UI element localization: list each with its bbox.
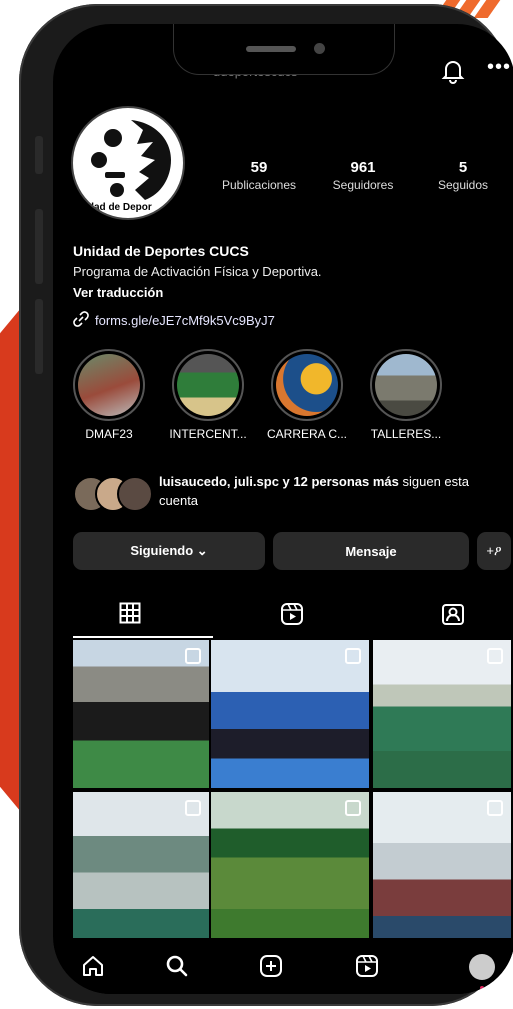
highlight-talleres[interactable]: TALLERES... [366, 349, 446, 441]
stat-followers[interactable]: 961 Seguidores [313, 159, 413, 192]
mutual-followers-text[interactable]: luisaucedo, juli.spc y 12 personas más s… [159, 472, 499, 510]
stat-following[interactable]: 5 Seguidos [413, 159, 513, 192]
stat-followers-label: Seguidores [332, 178, 394, 192]
stat-following-value: 5 [458, 159, 468, 176]
profile-bio: Programa de Activación Física y Deportiv… [73, 264, 322, 279]
avatar [117, 476, 153, 512]
posts-grid [73, 640, 511, 940]
multi-post-icon [345, 800, 361, 816]
multi-post-icon [345, 648, 361, 664]
post-thumbnail[interactable] [211, 792, 369, 938]
profile-link-text: forms.gle/eJE7cMf9k5Vc9ByJ7 [95, 313, 275, 328]
highlight-label: CARRERA C... [267, 427, 348, 441]
phone-frame: udeportescucs ••• nidad de Depor 59 Publ… [19, 4, 513, 1006]
highlight-ring [271, 349, 343, 421]
translate-link[interactable]: Ver traducción [73, 285, 163, 300]
profile-name: Unidad de Deportes CUCS [73, 243, 249, 259]
grid-icon[interactable] [119, 602, 141, 630]
profile-avatar[interactable]: nidad de Depor [71, 106, 185, 220]
profile-link[interactable]: forms.gle/eJE7cMf9k5Vc9ByJ7 [73, 311, 275, 330]
reels-icon[interactable] [280, 602, 304, 632]
speaker [246, 46, 296, 52]
multi-post-icon [185, 648, 201, 664]
post-thumbnail[interactable] [73, 792, 209, 938]
phone-side-button [35, 299, 43, 374]
following-button[interactable]: Siguiendo ⌄ [73, 532, 265, 570]
stat-posts[interactable]: 59 Publicaciones [209, 159, 309, 192]
highlight-intercent[interactable]: INTERCENT... [168, 349, 248, 441]
highlight-ring [73, 349, 145, 421]
active-tab-indicator [73, 636, 213, 638]
multi-post-icon [487, 648, 503, 664]
multi-post-icon [185, 800, 201, 816]
post-thumbnail[interactable] [73, 640, 209, 788]
highlight-label: INTERCENT... [169, 427, 247, 441]
instagram-profile-screen: udeportescucs ••• nidad de Depor 59 Publ… [53, 24, 513, 994]
create-icon[interactable] [259, 954, 283, 985]
phone-notch [173, 24, 395, 75]
camera [314, 43, 325, 54]
link-icon [73, 311, 89, 330]
stat-followers-value: 961 [350, 159, 376, 176]
reels-nav-icon[interactable] [355, 954, 379, 985]
profile-nav-avatar[interactable] [469, 954, 495, 980]
mutual-followers-names: luisaucedo, juli.spc y 12 personas más [159, 474, 399, 489]
phone-side-button [35, 209, 43, 284]
add-user-button[interactable]: +ዖ [477, 532, 511, 570]
bottom-navigation [53, 942, 513, 994]
highlight-ring [370, 349, 442, 421]
highlight-carrera[interactable]: CARRERA C... [267, 349, 347, 441]
post-thumbnail[interactable] [373, 792, 511, 938]
highlight-thumbnail [177, 354, 239, 416]
highlight-thumbnail [276, 354, 338, 416]
highlight-label: TALLERES... [370, 427, 442, 441]
stat-posts-label: Publicaciones [221, 178, 297, 192]
multi-post-icon [487, 800, 503, 816]
avatar-text: nidad de Depor [79, 202, 152, 213]
highlight-thumbnail [78, 354, 140, 416]
post-thumbnail[interactable] [373, 640, 511, 788]
notification-dot [480, 986, 484, 990]
profile-tabs [53, 592, 513, 638]
home-icon[interactable] [81, 954, 105, 985]
highlight-thumbnail [375, 354, 437, 416]
tagged-icon[interactable] [441, 602, 465, 632]
message-button[interactable]: Mensaje [273, 532, 469, 570]
stat-posts-value: 59 [250, 159, 268, 176]
bell-icon[interactable] [441, 58, 465, 91]
highlight-dmaf23[interactable]: DMAF23 [69, 349, 149, 441]
stat-following-label: Seguidos [437, 178, 489, 192]
post-thumbnail[interactable] [211, 640, 369, 788]
phone-side-button [35, 136, 43, 174]
search-icon[interactable] [165, 954, 189, 985]
highlight-ring [172, 349, 244, 421]
mutual-followers-avatars[interactable] [73, 476, 155, 512]
highlight-label: DMAF23 [85, 427, 133, 441]
more-icon[interactable]: ••• [487, 56, 511, 79]
